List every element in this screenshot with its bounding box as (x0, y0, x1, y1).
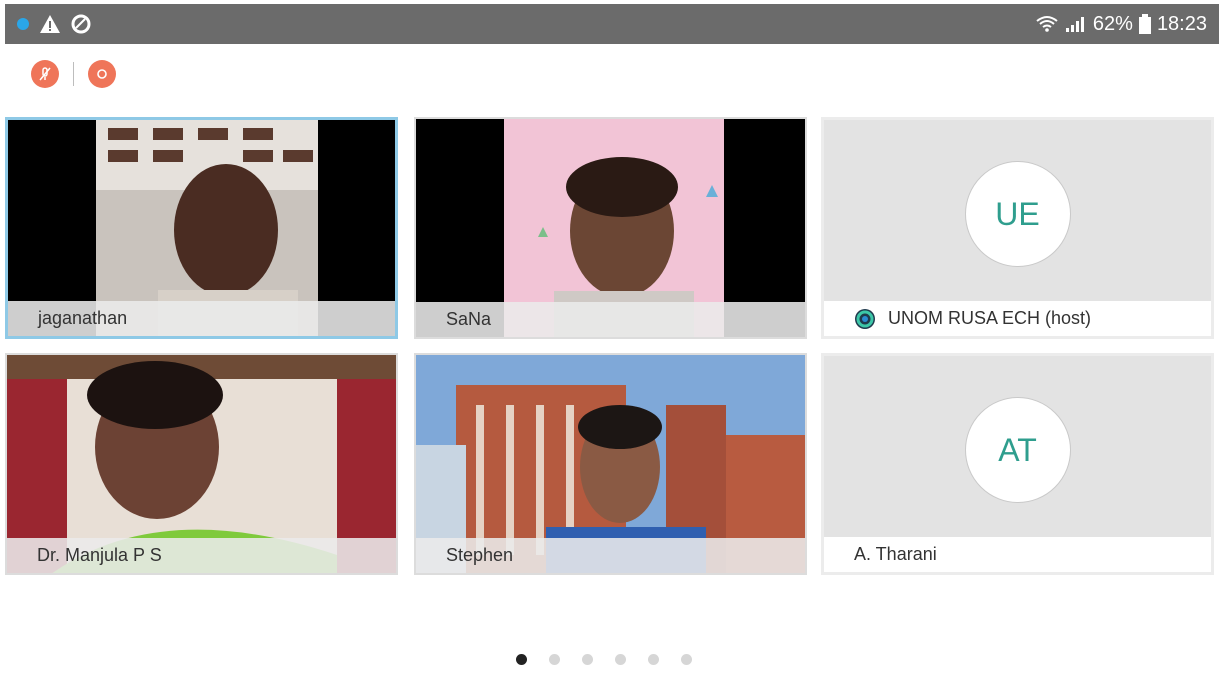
battery-icon (1138, 14, 1151, 34)
participant-tile-tharani[interactable]: AT A. Tharani (821, 353, 1214, 575)
controls-divider (73, 62, 74, 86)
participant-tile-host[interactable]: UE UNOM RUSA ECH (host) (821, 117, 1214, 339)
signal-icon (1065, 17, 1084, 32)
participant-tile-stephen[interactable]: Stephen (414, 353, 807, 575)
avatar-initials: UE (995, 195, 1040, 232)
participant-avatar: UE (964, 161, 1071, 267)
camera-toggle-button[interactable] (88, 60, 116, 88)
page-dot[interactable] (582, 654, 593, 665)
clock-time: 18:23 (1156, 12, 1207, 35)
participant-tile-jaganathan[interactable]: jaganathan (5, 117, 398, 339)
page-dot[interactable] (516, 654, 527, 665)
participant-name: A. Tharani (854, 544, 937, 564)
avatar-initials: AT (998, 431, 1037, 468)
participant-name-bar: A. Tharani (824, 537, 1211, 572)
participant-tile-sana[interactable]: SaNa (414, 117, 807, 339)
status-bar: 62% 18:23 (5, 4, 1219, 44)
participant-name-bar: Dr. Manjula P S (7, 538, 396, 573)
battery-percent: 62% (1092, 12, 1133, 35)
camera-off-icon (97, 69, 107, 79)
participant-name: Stephen (446, 545, 514, 565)
page-dot[interactable] (549, 654, 560, 665)
participant-name: Dr. Manjula P S (37, 545, 162, 565)
mic-off-icon (39, 67, 51, 81)
participant-name-bar: jaganathan (8, 301, 395, 336)
webex-logo-icon (855, 308, 875, 329)
participant-name-bar: Stephen (416, 538, 805, 573)
participant-name: SaNa (446, 309, 492, 329)
call-controls (31, 60, 116, 88)
page-dot[interactable] (681, 654, 692, 665)
page-dot[interactable] (615, 654, 626, 665)
participant-name: UNOM RUSA ECH (host) (888, 308, 1092, 328)
page-indicator (516, 654, 692, 665)
mute-mic-button[interactable] (31, 60, 59, 88)
participant-name-bar: SaNa (416, 302, 805, 337)
warning-icon (40, 15, 60, 33)
notification-dot-icon (17, 18, 29, 30)
page-dot[interactable] (648, 654, 659, 665)
wifi-icon (1036, 16, 1058, 32)
meet-app-icon (71, 14, 91, 34)
participant-name: jaganathan (38, 308, 128, 328)
participant-name-bar: UNOM RUSA ECH (host) (824, 301, 1211, 336)
participant-tile-manjula[interactable]: Dr. Manjula P S (5, 353, 398, 575)
participant-avatar: AT (964, 397, 1071, 503)
